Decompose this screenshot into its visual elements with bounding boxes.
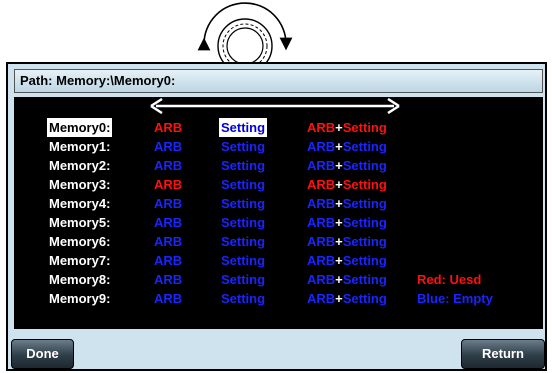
setting-part: Setting xyxy=(342,120,387,135)
setting-part: Setting xyxy=(342,139,387,154)
setting-slot[interactable]: Setting xyxy=(221,137,265,156)
plus-sign: + xyxy=(335,158,343,173)
plus-sign: + xyxy=(335,272,343,287)
memory-name[interactable]: Memory4: xyxy=(49,194,121,213)
path-bar: Path: Memory:\Memory0: xyxy=(14,69,543,93)
setting-slot[interactable]: Setting xyxy=(221,213,265,232)
setting-part: Setting xyxy=(342,177,387,192)
memory-name[interactable]: Memory7: xyxy=(49,251,121,270)
setting-part: Setting xyxy=(342,215,387,230)
arb-part: ARB xyxy=(307,120,336,135)
memory-row[interactable]: Memory6: ARB Setting ARB+Setting xyxy=(14,232,543,251)
arb-slot[interactable]: ARB xyxy=(154,213,182,232)
setting-part: Setting xyxy=(342,253,387,268)
arb-setting-slot[interactable]: ARB+Setting xyxy=(307,232,387,251)
memory-row[interactable]: Memory3: ARB Setting ARB+Setting xyxy=(14,175,543,194)
setting-part: Setting xyxy=(342,291,387,306)
arb-setting-slot[interactable]: ARB+Setting xyxy=(307,175,387,194)
plus-sign: + xyxy=(335,253,343,268)
arb-part: ARB xyxy=(307,177,336,192)
plus-sign: + xyxy=(335,196,343,211)
plus-sign: + xyxy=(335,215,343,230)
arb-part: ARB xyxy=(307,196,336,211)
memory-row[interactable]: Memory4: ARB Setting ARB+Setting xyxy=(14,194,543,213)
arb-part: ARB xyxy=(307,139,336,154)
arb-setting-slot[interactable]: ARB+Setting xyxy=(307,137,387,156)
plus-sign: + xyxy=(335,120,343,135)
arb-slot[interactable]: ARB xyxy=(154,156,182,175)
double-arrow-icon xyxy=(150,98,400,114)
memory-name[interactable]: Memory5: xyxy=(49,213,121,232)
setting-slot[interactable]: Setting xyxy=(221,270,265,289)
memory-name[interactable]: Memory1: xyxy=(49,137,121,156)
arb-setting-slot[interactable]: ARB+Setting xyxy=(307,270,387,289)
arb-setting-slot[interactable]: ARB+Setting xyxy=(307,289,387,308)
setting-slot[interactable]: Setting xyxy=(221,194,265,213)
arb-setting-slot[interactable]: ARB+Setting xyxy=(307,194,387,213)
arb-part: ARB xyxy=(307,272,336,287)
arb-part: ARB xyxy=(307,215,336,230)
legend-used: Red: Uesd xyxy=(417,272,482,287)
plus-sign: + xyxy=(335,177,343,192)
arb-slot[interactable]: ARB xyxy=(154,118,182,137)
setting-part: Setting xyxy=(342,234,387,249)
arb-part: ARB xyxy=(307,234,336,249)
setting-part: Setting xyxy=(342,272,387,287)
memory-name[interactable]: Memory8: xyxy=(49,270,121,289)
return-button[interactable]: Return xyxy=(461,339,545,369)
arb-slot[interactable]: ARB xyxy=(154,194,182,213)
arb-part: ARB xyxy=(307,158,336,173)
memory-name[interactable]: Memory9: xyxy=(49,289,121,308)
memory-name[interactable]: Memory3: xyxy=(49,175,121,194)
memory-row[interactable]: Memory2: ARB Setting ARB+Setting xyxy=(14,156,543,175)
memory-list-screen: Memory0: ARB Setting ARB+Setting Memory1: ARB… xyxy=(14,97,543,329)
memory-row[interactable]: Memory5: ARB Setting ARB+Setting xyxy=(14,213,543,232)
memory-name[interactable]: Memory6: xyxy=(49,232,121,251)
plus-sign: + xyxy=(335,291,343,306)
legend-empty: Blue: Empty xyxy=(417,291,493,306)
setting-slot[interactable]: Setting xyxy=(221,175,265,194)
done-button[interactable]: Done xyxy=(11,339,74,369)
memory-row[interactable]: Memory1: ARB Setting ARB+Setting xyxy=(14,137,543,156)
arb-slot[interactable]: ARB xyxy=(154,232,182,251)
arb-setting-slot[interactable]: ARB+Setting xyxy=(307,118,387,137)
arb-slot[interactable]: ARB xyxy=(154,137,182,156)
arb-part: ARB xyxy=(307,253,336,268)
memory-row[interactable]: Memory7: ARB Setting ARB+Setting xyxy=(14,251,543,270)
setting-slot[interactable]: Setting xyxy=(221,156,265,175)
memory-name[interactable]: Memory2: xyxy=(49,156,121,175)
memory-row[interactable]: Memory9: ARB Setting ARB+Setting Blue: Empty xyxy=(14,289,543,308)
setting-slot[interactable]: Setting xyxy=(221,251,265,270)
setting-part: Setting xyxy=(342,196,387,211)
setting-slot[interactable]: Setting xyxy=(221,232,265,251)
setting-slot[interactable]: Setting xyxy=(219,118,268,137)
plus-sign: + xyxy=(335,139,343,154)
setting-part: Setting xyxy=(342,158,387,173)
memory-name[interactable]: Memory0: xyxy=(47,118,113,137)
memory-row[interactable]: Memory0: ARB Setting ARB+Setting xyxy=(14,118,543,137)
arb-slot[interactable]: ARB xyxy=(154,175,182,194)
arb-part: ARB xyxy=(307,291,336,306)
setting-slot[interactable]: Setting xyxy=(221,289,265,308)
arb-setting-slot[interactable]: ARB+Setting xyxy=(307,213,387,232)
arb-slot[interactable]: ARB xyxy=(154,251,182,270)
arb-setting-slot[interactable]: ARB+Setting xyxy=(307,156,387,175)
arb-slot[interactable]: ARB xyxy=(154,270,182,289)
arb-slot[interactable]: ARB xyxy=(154,289,182,308)
arb-setting-slot[interactable]: ARB+Setting xyxy=(307,251,387,270)
memory-panel: Path: Memory:\Memory0: Memory0: ARB Settin… xyxy=(6,62,547,371)
plus-sign: + xyxy=(335,234,343,249)
memory-row[interactable]: Memory8: ARB Setting ARB+Setting Red: Uesd xyxy=(14,270,543,289)
